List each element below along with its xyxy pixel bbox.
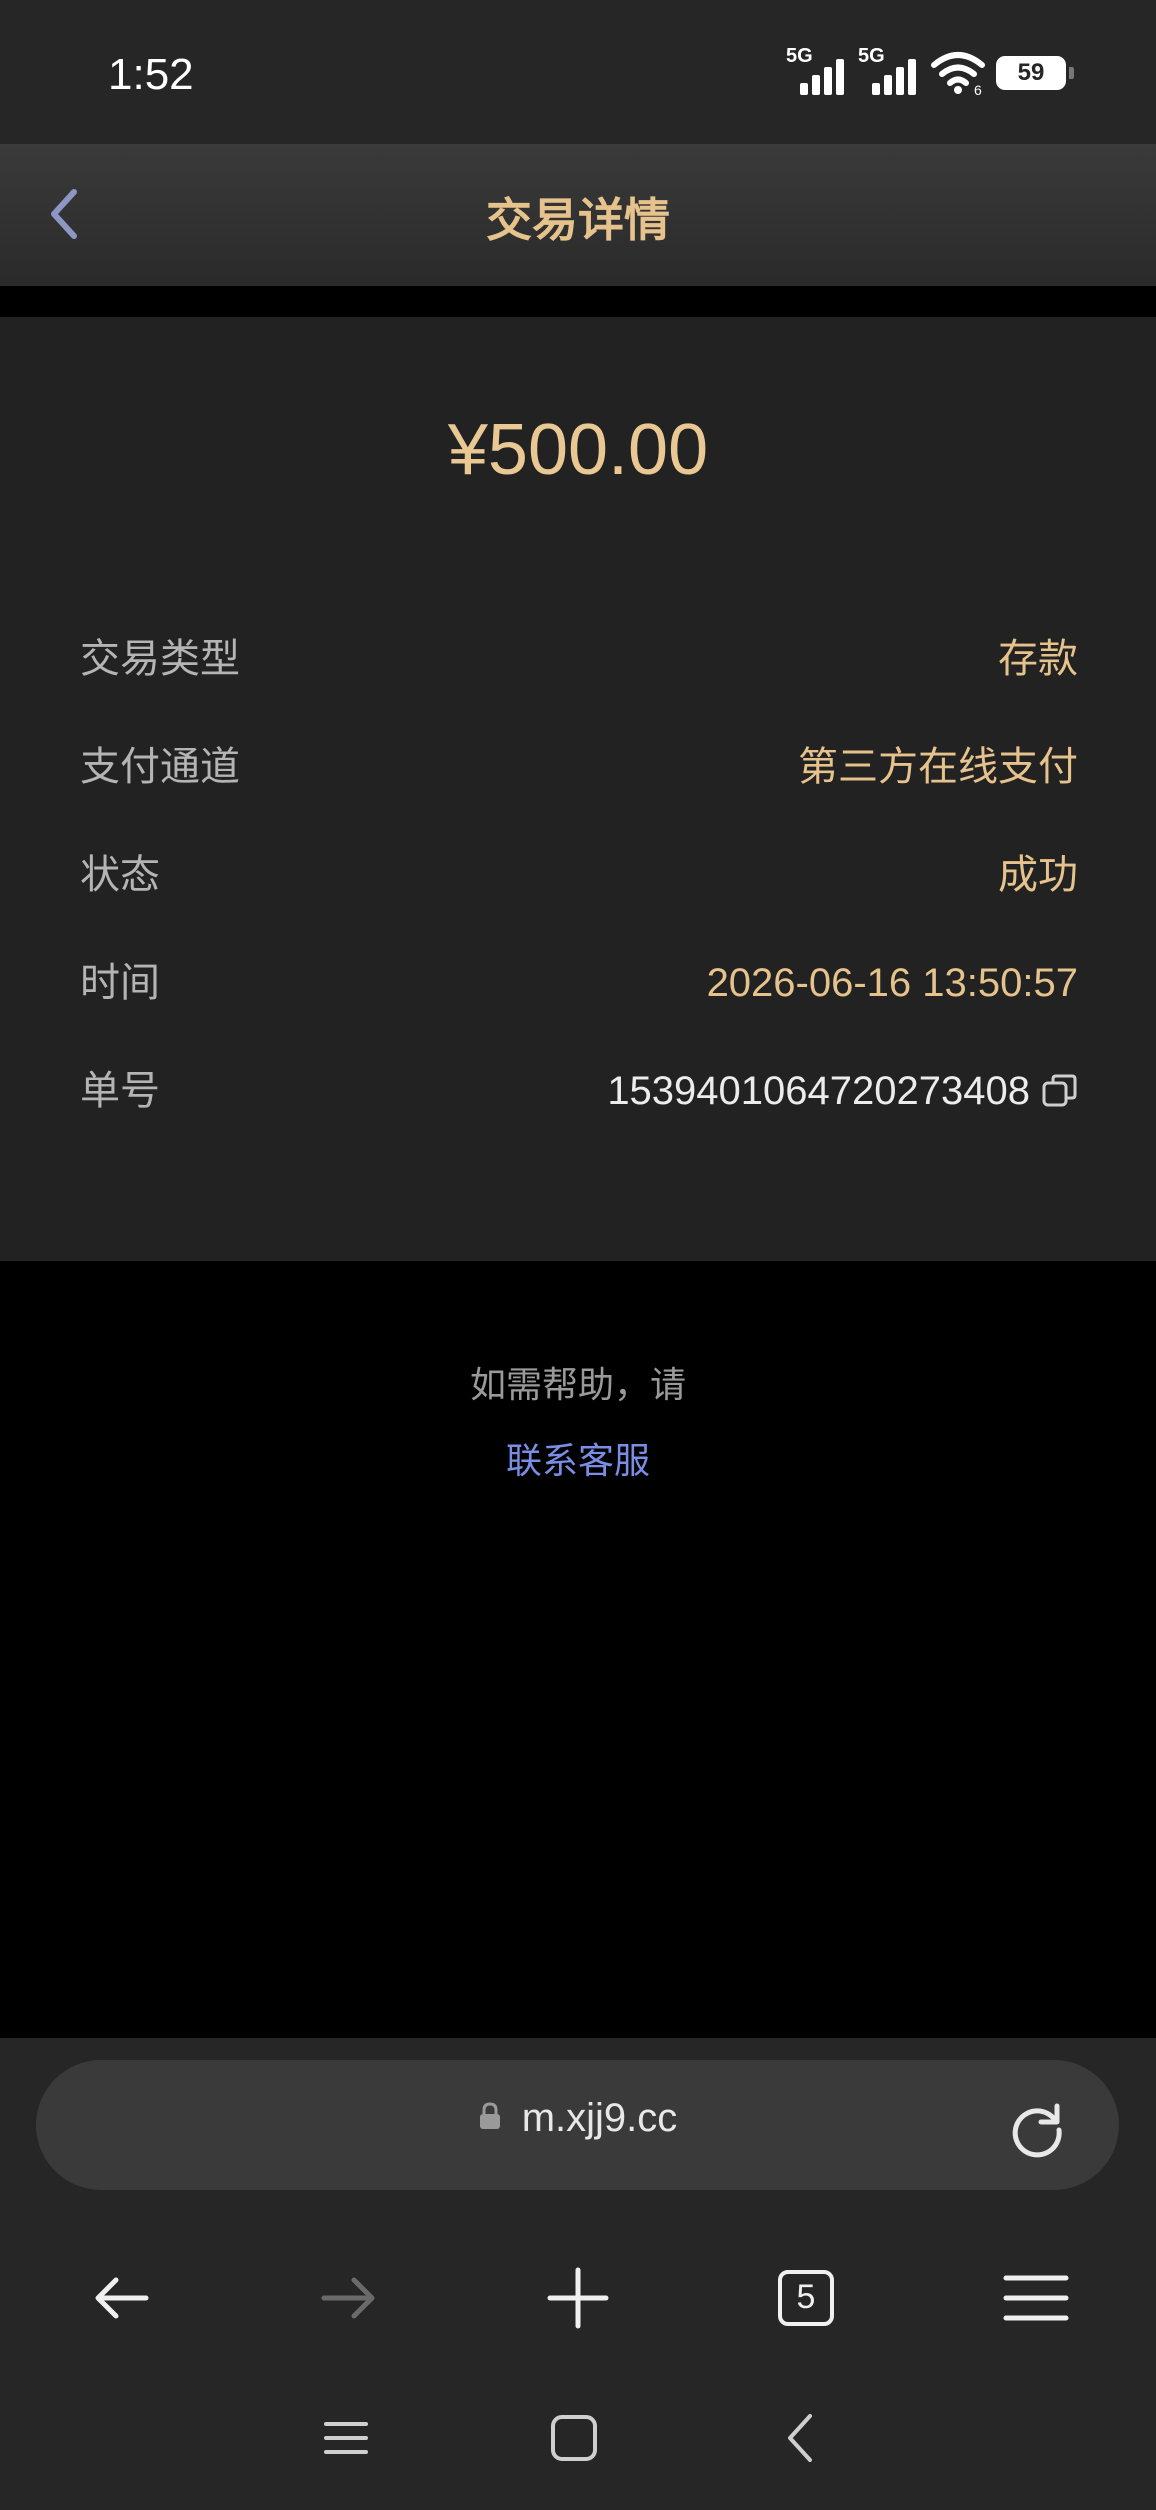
row-time: 时间 2026-06-16 13:50:57 [80,953,1078,1013]
app-header: 交易详情 [0,144,1156,286]
url-text: m.xjj9.cc [521,2096,678,2140]
row-label: 单号 [80,1068,160,1114]
transaction-amount: ¥500.00 [447,410,709,490]
signal-label-2: 5G [858,45,885,67]
signal-icon-1: 5G [786,45,848,97]
wifi-icon: 6 [931,52,985,95]
arrow-right-icon[interactable] [308,2258,388,2338]
status-icons: 5G 5G 6 59 [786,45,1074,98]
signal-label-1: 5G [786,45,813,67]
back-icon[interactable] [772,2408,832,2468]
row-label: 支付通道 [80,744,240,790]
arrow-left-icon[interactable] [82,2258,162,2338]
battery-level: 59 [1017,59,1045,86]
reload-icon[interactable] [1007,2098,1067,2158]
row-label: 交易类型 [80,636,240,682]
row-value: 存款 [998,636,1078,682]
svg-text:6: 6 [974,82,982,95]
row-value: 第三方在线支付 [798,744,1078,790]
lock-icon [479,2102,500,2130]
recents-icon[interactable] [316,2408,376,2468]
battery-icon: 59 [996,56,1074,90]
menu-icon[interactable] [996,2258,1076,2338]
help-text: 如需帮助，请 [469,1365,686,1406]
order-number-value: 1539401064720273408 [607,1069,1030,1113]
row-status: 状态 成功 [80,845,1078,905]
tab-count: 5 [796,2278,816,2316]
row-type: 交易类型 存款 [80,629,1078,689]
contact-support-link[interactable]: 联系客服 [0,1432,1156,1484]
transaction-card: ¥500.00 交易类型 存款 支付通道 第三方在线支付 状态 成功 时间 20… [0,317,1156,1261]
address-bar[interactable]: m.xjj9.cc [36,2060,1119,2190]
page-title: 交易详情 [486,193,670,247]
browser-toolbar: m.xjj9.cc 5 [0,2038,1156,2510]
copy-icon[interactable] [1042,1073,1078,1109]
row-label: 状态 [80,852,160,898]
row-order-number: 单号 1539401064720273408 [80,1061,1078,1121]
status-time: 1:52 [108,50,194,99]
time-value: 2026-06-16 13:50:57 [706,961,1078,1005]
tabs-icon[interactable]: 5 [766,2258,846,2338]
status-bar: 1:52 5G 5G 6 59 [0,0,1156,144]
signal-icon-2: 5G [858,45,920,97]
status-value: 成功 [998,852,1078,898]
url-wrapper: m.xjj9.cc [36,2096,1119,2141]
plus-icon[interactable] [538,2258,618,2338]
row-channel: 支付通道 第三方在线支付 [80,737,1078,797]
home-icon[interactable] [544,2408,604,2468]
row-label: 时间 [80,960,160,1006]
